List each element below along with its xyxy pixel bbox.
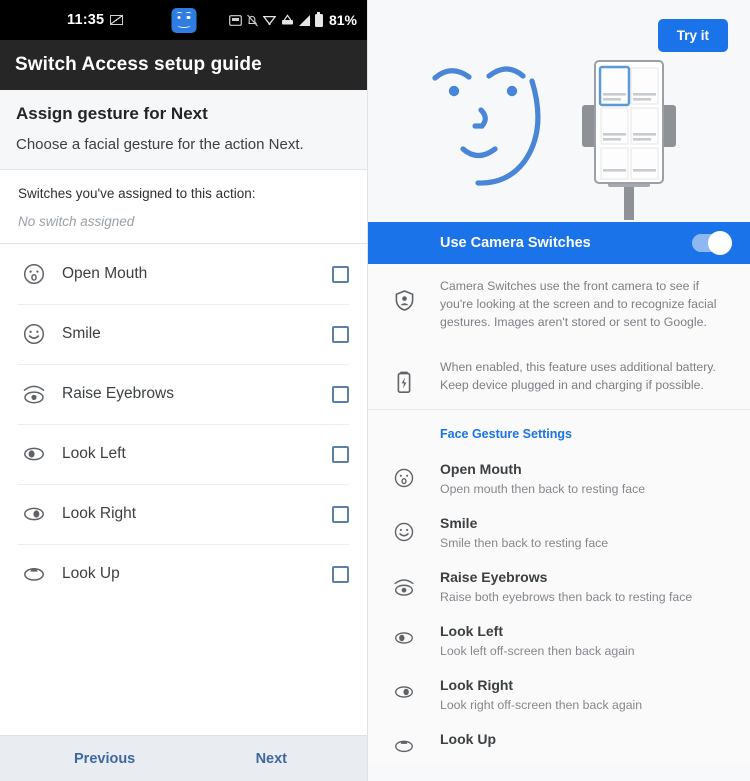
face-gesture-row-look-left[interactable]: Look Left Look left off-screen then back… <box>368 613 750 667</box>
gesture-row-look-left[interactable]: Look Left <box>0 424 367 484</box>
face-gesture-title: Look Up <box>440 731 496 748</box>
use-camera-switches-row[interactable]: Use Camera Switches <box>368 222 750 264</box>
face-gesture-row-look-right[interactable]: Look Right Look right off-screen then ba… <box>368 667 750 721</box>
face-gesture-row-look-up[interactable]: Look Up <box>368 721 750 764</box>
gesture-label: Open Mouth <box>62 265 148 282</box>
signal-icon <box>298 14 310 26</box>
mail-icon <box>110 15 124 25</box>
assigned-switches-block: Switches you've assigned to this action:… <box>0 170 367 244</box>
face-switch-icon <box>171 7 196 33</box>
face-gesture-desc: Open mouth then back to resting face <box>440 482 646 497</box>
face-gesture-title: Smile <box>440 515 478 532</box>
gesture-row-raise-eyebrows[interactable]: Raise Eyebrows <box>0 364 367 424</box>
assign-gesture-block: Assign gesture for Next Choose a facial … <box>0 90 367 170</box>
privacy-info-text: Camera Switches use the front camera to … <box>440 279 717 329</box>
assign-subtitle: Choose a facial gesture for the action N… <box>16 136 304 153</box>
previous-button[interactable]: Previous <box>74 751 135 767</box>
app-bar: Switch Access setup guide <box>0 40 367 90</box>
phone-on-stand-illustration <box>582 60 676 220</box>
gesture-checkbox[interactable] <box>332 505 349 523</box>
gesture-label: Raise Eyebrows <box>62 385 174 402</box>
gesture-checkbox[interactable] <box>332 325 349 343</box>
face-gesture-row-raise-eyebrows[interactable]: Raise Eyebrows Raise both eyebrows then … <box>368 559 750 613</box>
face-gesture-settings-list: Open Mouth Open mouth then back to resti… <box>368 451 750 765</box>
face-gesture-desc: Look right off-screen then back again <box>440 698 643 713</box>
gesture-label: Look Up <box>62 565 120 582</box>
dual-panel-screenshot: 11:35 81% Switch Access setup guide Assi… <box>0 0 750 781</box>
face-gesture-row-smile[interactable]: Smile Smile then back to resting face <box>368 505 750 559</box>
open-mouth-icon <box>368 460 440 489</box>
gesture-option-list: Open Mouth Smile Raise Eyebrows Look Lef… <box>0 244 367 735</box>
face-gesture-title: Raise Eyebrows <box>440 569 548 586</box>
look-left-icon <box>20 444 48 464</box>
assigned-switches-label: Switches you've assigned to this action: <box>18 186 256 201</box>
status-bar-icons: 81% <box>229 11 357 28</box>
look-right-icon <box>368 676 440 701</box>
status-bar-time: 11:35 <box>67 12 105 28</box>
face-gesture-title: Open Mouth <box>440 461 522 478</box>
screenshot-icon <box>229 14 242 26</box>
gesture-checkbox[interactable] <box>332 445 349 463</box>
face-illustration-icon <box>432 66 541 186</box>
open-mouth-icon <box>20 262 48 286</box>
next-button[interactable]: Next <box>256 751 287 767</box>
hero-illustration: Try it <box>368 0 750 222</box>
try-it-button[interactable]: Try it <box>657 19 728 52</box>
assigned-switches-value: No switch assigned <box>18 214 135 229</box>
smile-icon <box>368 514 440 543</box>
gesture-label: Look Right <box>62 505 137 522</box>
raise-eyebrows-icon <box>368 568 440 599</box>
gesture-row-look-right[interactable]: Look Right <box>0 484 367 544</box>
gesture-checkbox[interactable] <box>332 565 349 583</box>
look-up-icon <box>368 730 440 755</box>
left-phone-panel: 11:35 81% Switch Access setup guide Assi… <box>0 0 368 781</box>
gesture-checkbox[interactable] <box>332 385 349 403</box>
stand-pole <box>624 183 634 220</box>
vpn-icon <box>281 14 293 25</box>
info-block: Camera Switches use the front camera to … <box>368 264 750 411</box>
page-title: Switch Access setup guide <box>15 54 262 75</box>
battery-charging-icon <box>368 359 440 395</box>
right-settings-panel: Try it Use Camera Switches Camera Switch… <box>368 0 750 781</box>
notifications-muted-icon <box>247 14 258 26</box>
look-left-icon <box>368 622 440 647</box>
info-row-privacy: Camera Switches use the front camera to … <box>368 264 750 345</box>
bottom-navigation-bar: Previous Next <box>0 735 367 781</box>
gesture-row-smile[interactable]: Smile <box>0 304 367 364</box>
battery-percent: 81% <box>328 12 357 28</box>
smile-icon <box>20 322 48 346</box>
wifi-icon <box>262 15 276 26</box>
status-bar: 11:35 81% <box>0 0 367 40</box>
gesture-row-open-mouth[interactable]: Open Mouth <box>0 244 367 304</box>
assign-heading: Assign gesture for Next <box>16 104 208 123</box>
face-gesture-desc: Look left off-screen then back again <box>440 644 635 659</box>
face-gesture-title: Look Left <box>440 623 503 640</box>
gesture-label: Smile <box>62 325 101 342</box>
look-up-icon <box>20 564 48 584</box>
info-row-battery: When enabled, this feature uses addition… <box>368 345 750 409</box>
use-camera-switches-label: Use Camera Switches <box>440 235 591 251</box>
face-gesture-desc: Smile then back to resting face <box>440 536 609 551</box>
look-right-icon <box>20 504 48 524</box>
face-gesture-desc: Raise both eyebrows then back to resting… <box>440 590 693 605</box>
camera-switches-toggle[interactable] <box>692 231 732 255</box>
gesture-label: Look Left <box>62 445 126 462</box>
face-gesture-settings-header: Face Gesture Settings <box>368 410 750 452</box>
raise-eyebrows-icon <box>20 381 48 407</box>
battery-icon <box>314 11 323 27</box>
gesture-checkbox[interactable] <box>332 265 349 283</box>
face-gesture-row-open-mouth[interactable]: Open Mouth Open mouth then back to resti… <box>368 451 750 505</box>
privacy-shield-icon <box>368 278 440 331</box>
gesture-row-look-up[interactable]: Look Up <box>0 544 367 604</box>
face-gesture-title: Look Right <box>440 677 514 694</box>
battery-info-text: When enabled, this feature uses addition… <box>440 360 716 393</box>
